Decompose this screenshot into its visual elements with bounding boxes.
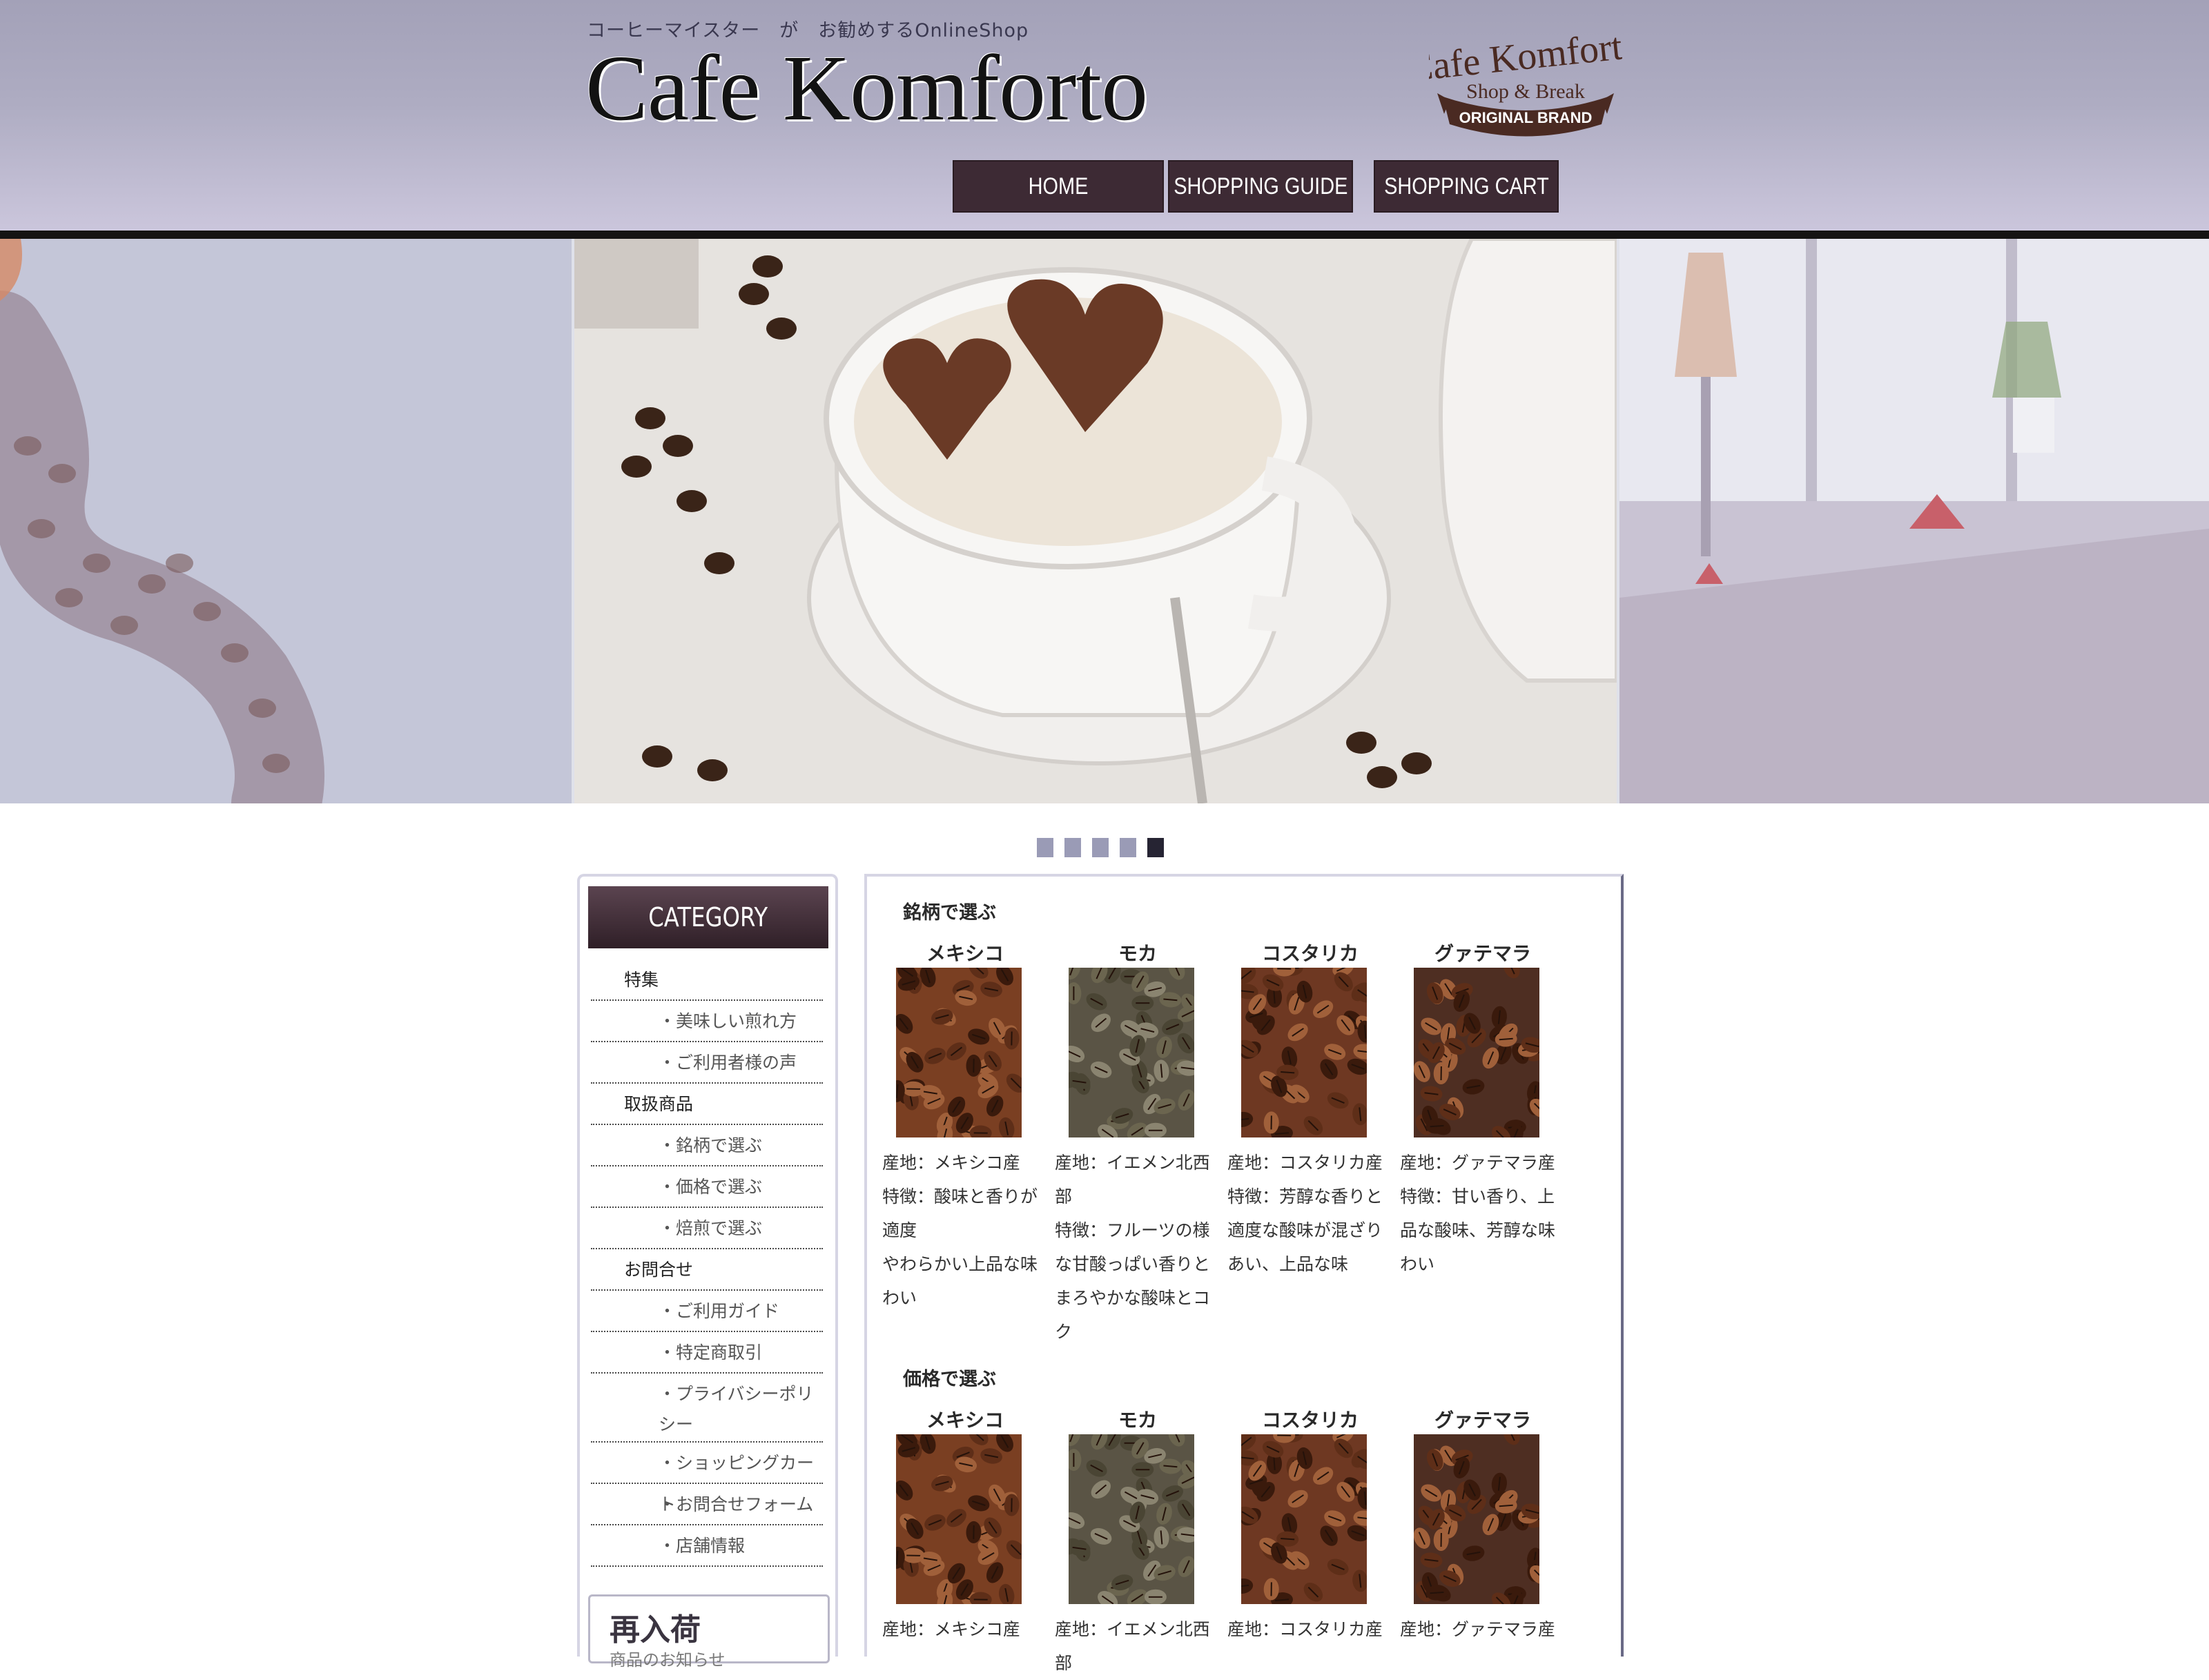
hero-slide-next[interactable] [1619,239,2209,803]
cafe-interior-image [1619,239,2209,803]
menu-link[interactable]: ・店舗情報 [591,1525,823,1567]
nav-home-label: HOME [1029,173,1089,200]
coffee-beans-photo[interactable] [896,968,1022,1137]
hero-slider[interactable] [0,239,2209,803]
product-features: 特徴：フルーツの様な甘酸っぱい香りとまろやかな酸味とコク [1055,1213,1218,1349]
restock-subtitle: 商品のお知らせ [610,1646,726,1670]
slider-dot-2[interactable] [1064,838,1081,857]
slider-dot-4[interactable] [1120,838,1136,857]
section-title: 銘柄で選ぶ [903,897,996,924]
site-header: コーヒーマイスター が お勧めするOnlineShop Cafe Komfort… [0,0,2209,231]
product-features: 特徴：甘い香り、上品な酸味、芳醇な味わい [1400,1180,1563,1281]
product-origin: 産地：コスタリカ産 [1227,1612,1390,1646]
product-name[interactable]: モカ [1055,1405,1220,1433]
menu-link[interactable]: ・価格で選ぶ [591,1166,823,1208]
category-heading: CATEGORY [588,886,828,948]
product-origin: 産地：グァテマラ産 [1400,1146,1563,1180]
product-name[interactable]: モカ [1055,939,1220,966]
product-description: 産地：グァテマラ産特徴：甘い香り、上品な酸味、芳醇な味わい [1400,1146,1563,1281]
logo-line2: Shop & Break [1466,80,1585,103]
slider-dot-1[interactable] [1037,838,1053,857]
product-description: 産地：グァテマラ産 [1400,1612,1563,1646]
nav-shopping-cart-button[interactable]: SHOPPING CART [1374,160,1559,213]
product-description: 産地：イエメン北西部 [1055,1612,1218,1680]
product-origin: 産地：イエメン北西部 [1055,1612,1218,1680]
section-title: 価格で選ぶ [903,1364,996,1391]
product-description: 産地：メキシコ産特徴：酸味と香りが適度 やわらかい上品な味わい [882,1146,1045,1315]
nav-shopping-guide-button[interactable]: SHOPPING GUIDE [1168,160,1353,213]
coffee-beans-photo[interactable] [896,1434,1022,1604]
menu-link[interactable]: ・プライバシーポリシー [591,1374,823,1443]
coffee-beans-photo[interactable] [1069,968,1194,1137]
menu-link[interactable]: ・特定商取引 [591,1332,823,1374]
category-sidebar: CATEGORY 特集・美味しい煎れ方・ご利用者様の声取扱商品・銘柄で選ぶ・価格… [577,874,838,1657]
menu-link[interactable]: ・美味しい煎れ方 [591,1001,823,1042]
slider-dot-5[interactable] [1147,838,1164,857]
main-content: 銘柄で選ぶメキシコ産地：メキシコ産特徴：酸味と香りが適度 やわらかい上品な味わい… [864,874,1624,1657]
product-name[interactable]: コスタリカ [1227,1405,1393,1433]
product-name[interactable]: グァテマラ [1400,1405,1566,1433]
product-description: 産地：イエメン北西部特徴：フルーツの様な甘酸っぱい香りとまろやかな酸味とコク [1055,1146,1218,1349]
menu-heading: お問合せ [591,1249,823,1291]
menu-heading: 特集 [591,959,823,1001]
coffee-beans-photo[interactable] [1414,1434,1539,1604]
product-description: 産地：コスタリカ産特徴：芳醇な香りと適度な酸味が混ざりあい、上品な味 [1227,1146,1390,1281]
menu-link[interactable]: ・ショッピングカート [591,1443,823,1484]
coffee-beans-photo[interactable] [1069,1434,1194,1604]
category-menu: 特集・美味しい煎れ方・ご利用者様の声取扱商品・銘柄で選ぶ・価格で選ぶ・焙煎で選ぶ… [591,959,823,1567]
coffee-beans-photo[interactable] [1241,1434,1367,1604]
menu-link[interactable]: ・ご利用ガイド [591,1291,823,1332]
product-description: 産地：メキシコ産 [882,1612,1045,1646]
restock-banner[interactable]: 再入荷 商品のお知らせ [588,1594,830,1663]
product-origin: 産地：メキシコ産 [882,1146,1045,1180]
hero-slide-current[interactable] [574,239,1617,803]
hero-slide-previous[interactable] [0,239,572,803]
product-name[interactable]: メキシコ [882,1405,1048,1433]
product-description: 産地：コスタリカ産 [1227,1612,1390,1646]
nav-guide-label: SHOPPING GUIDE [1174,173,1347,200]
coffee-beans-photo[interactable] [1414,968,1539,1137]
site-title[interactable]: Cafe Komforto [585,41,1147,135]
product-origin: 産地：グァテマラ産 [1400,1612,1563,1646]
product-name[interactable]: メキシコ [882,939,1048,966]
product-origin: 産地：コスタリカ産 [1227,1146,1390,1180]
cappuccino-image [574,239,1617,803]
coffee-beans-image [0,239,572,803]
menu-link[interactable]: ・銘柄で選ぶ [591,1125,823,1166]
menu-link[interactable]: ・お問合せフォーム [591,1484,823,1525]
nav-cart-label: SHOPPING CART [1384,173,1549,200]
restock-title: 再入荷 [610,1605,701,1649]
nav-home-button[interactable]: HOME [953,160,1164,213]
coffee-beans-photo[interactable] [1241,968,1367,1137]
header-divider [0,231,2209,239]
product-features: 特徴：芳醇な香りと適度な酸味が混ざりあい、上品な味 [1227,1180,1390,1281]
logo-line3: ORIGINAL BRAND [1459,109,1593,126]
product-features: 特徴：酸味と香りが適度 やわらかい上品な味わい [882,1180,1045,1315]
menu-link[interactable]: ・ご利用者様の声 [591,1042,823,1084]
product-name[interactable]: コスタリカ [1227,939,1393,966]
slider-dot-3[interactable] [1092,838,1109,857]
product-origin: 産地：メキシコ産 [882,1612,1045,1646]
slider-pagination [1037,838,1164,857]
category-heading-label: CATEGORY [649,902,768,932]
menu-link[interactable]: ・焙煎で選ぶ [591,1208,823,1249]
brand-logo[interactable]: Cafe Komforto Shop & Break ORIGINAL BRAN… [1429,21,1622,141]
menu-heading: 取扱商品 [591,1084,823,1125]
product-name[interactable]: グァテマラ [1400,939,1566,966]
product-origin: 産地：イエメン北西部 [1055,1146,1218,1213]
